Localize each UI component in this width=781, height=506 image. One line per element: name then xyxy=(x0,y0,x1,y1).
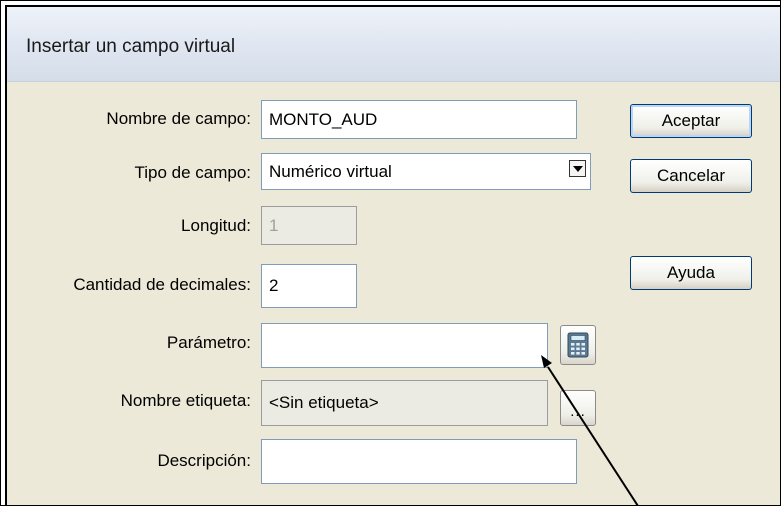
decimals-label: Cantidad de decimales: xyxy=(73,275,251,294)
field-name-value: MONTO_AUD xyxy=(269,109,378,129)
help-button-label: Ayuda xyxy=(667,263,715,282)
label-browse-button[interactable]: ... xyxy=(560,390,596,426)
help-button[interactable]: Ayuda xyxy=(630,256,752,290)
cancel-button[interactable]: Cancelar xyxy=(630,159,752,193)
accept-button-label: Aceptar xyxy=(661,111,721,130)
label-name-value: <Sin etiqueta> xyxy=(269,393,379,412)
ellipsis-label: ... xyxy=(570,402,586,420)
label-name-input[interactable]: <Sin etiqueta> xyxy=(261,380,548,426)
dialog-title: Insertar un campo virtual xyxy=(26,36,236,57)
length-value: 1 xyxy=(269,215,279,235)
accept-button[interactable]: Aceptar xyxy=(630,104,752,138)
field-type-label: Tipo de campo: xyxy=(134,163,251,182)
chevron-down-icon[interactable] xyxy=(569,160,586,177)
calculator-icon xyxy=(567,332,589,358)
insert-virtual-field-dialog: Insertar un campo virtual Nombre de camp… xyxy=(5,5,780,505)
field-name-input[interactable]: MONTO_AUD xyxy=(261,100,577,139)
screenshot-frame: Insertar un campo virtual Nombre de camp… xyxy=(0,0,781,506)
description-input[interactable] xyxy=(261,439,577,484)
cancel-button-label: Cancelar xyxy=(656,166,726,185)
description-label: Descripción: xyxy=(157,451,251,470)
decimals-value: 2 xyxy=(269,276,279,295)
label-name-label: Nombre etiqueta: xyxy=(120,391,251,410)
field-type-value: Numérico virtual xyxy=(269,161,392,181)
length-input[interactable]: 1 xyxy=(261,206,357,245)
length-label: Longitud: xyxy=(181,216,251,235)
parameter-label: Parámetro: xyxy=(166,333,251,352)
field-name-label: Nombre de campo: xyxy=(106,109,251,128)
title-bar: Insertar un campo virtual xyxy=(7,7,780,82)
field-type-select[interactable]: Numérico virtual xyxy=(261,153,591,190)
decimals-input[interactable]: 2 xyxy=(261,264,357,308)
parameter-input[interactable] xyxy=(261,323,548,368)
calculator-button[interactable] xyxy=(560,325,596,365)
